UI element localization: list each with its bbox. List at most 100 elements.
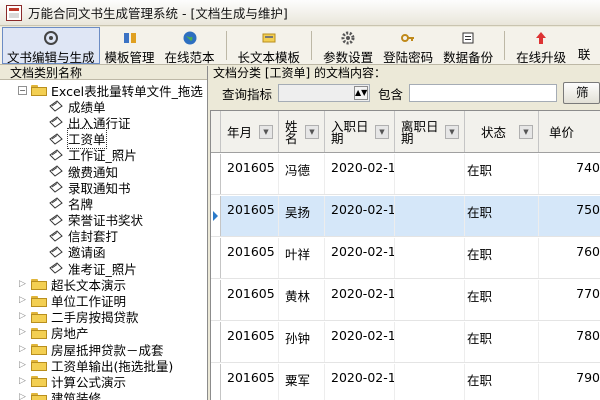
tree-document-item[interactable]: 信封套打: [0, 228, 207, 244]
table-cell-ym[interactable]: 201605: [221, 364, 279, 400]
table-cell-join[interactable]: 2020-02-16: [325, 280, 395, 320]
sort-dropdown-icon[interactable]: ▼: [519, 125, 533, 139]
table-cell-join[interactable]: 2020-02-18: [325, 364, 395, 400]
column-header-leave-date[interactable]: 离职日期 ▼: [395, 111, 465, 152]
table-cell-join[interactable]: 2020-02-13: [325, 154, 395, 194]
tree-document-item[interactable]: 荣誉证书奖状: [0, 212, 207, 228]
table-cell-name[interactable]: 粟军: [279, 364, 325, 400]
table-cell-leave[interactable]: [395, 238, 465, 278]
chevron-down-icon[interactable]: ▲▼: [354, 86, 369, 100]
tree-document-item[interactable]: 准考证_照片: [0, 260, 207, 277]
expand-toggle-icon[interactable]: ▷: [18, 296, 27, 306]
tree-folder-item[interactable]: ▷ 建筑装修: [0, 390, 207, 400]
table-cell-status[interactable]: 在职: [465, 322, 539, 362]
table-cell-name[interactable]: 黄林: [279, 280, 325, 320]
table-cell-status[interactable]: 在职: [465, 280, 539, 320]
tree-document-item[interactable]: 名牌: [0, 195, 207, 212]
column-header-ym[interactable]: 年月 ▼: [221, 111, 279, 152]
table-cell-status[interactable]: 在职: [465, 364, 539, 400]
expand-toggle-icon[interactable]: ▷: [18, 376, 27, 386]
toolbar-contact-button[interactable]: 联: [571, 27, 597, 64]
table-row[interactable]: 201605黄林2020-02-16 在职770: [211, 280, 600, 321]
table-cell-price[interactable]: 790: [539, 364, 600, 400]
tree-folder-item[interactable]: ▷ 计算公式演示: [0, 373, 207, 390]
column-header-price[interactable]: 单价: [539, 111, 600, 152]
table-row[interactable]: 201605冯德2020-02-13 在职740: [211, 154, 600, 195]
tree-folder-item[interactable]: ▷ 超长文本演示: [0, 276, 207, 293]
expand-toggle-icon[interactable]: ▷: [18, 328, 27, 338]
collapse-toggle-icon[interactable]: −: [18, 85, 27, 95]
tree-folder-item[interactable]: − Excel表批量转单文件_拖选: [0, 82, 207, 99]
toolbar-settings-button[interactable]: 参数设置: [318, 27, 378, 65]
tree-document-item[interactable]: 缴费通知: [0, 163, 207, 180]
tree-document-item[interactable]: 工作证_照片: [0, 147, 207, 163]
toolbar-template-manage-button[interactable]: 模板管理: [100, 27, 160, 65]
tree-document-item[interactable]: 录取通知书: [0, 179, 207, 196]
row-selector[interactable]: [211, 364, 221, 400]
table-cell-price[interactable]: 760: [539, 238, 600, 278]
filter-text-input[interactable]: [409, 84, 558, 102]
table-cell-status[interactable]: 在职: [465, 154, 539, 194]
tree-document-item[interactable]: 工资单: [0, 128, 207, 150]
table-cell-price[interactable]: 750: [539, 196, 600, 236]
row-selector[interactable]: [211, 322, 221, 362]
toolbar-login-password-button[interactable]: 登陆密码: [378, 27, 438, 65]
toolbar-data-backup-button[interactable]: 数据备份: [438, 27, 498, 65]
tree-document-item[interactable]: 邀请函: [0, 244, 207, 260]
table-cell-name[interactable]: 叶祥: [279, 238, 325, 278]
query-field-select[interactable]: ▲▼: [278, 84, 371, 102]
expand-toggle-icon[interactable]: ▷: [18, 344, 27, 354]
row-selector[interactable]: [211, 280, 221, 320]
column-header-join-date[interactable]: 入职日期 ▼: [325, 111, 395, 152]
table-cell-name[interactable]: 吴扬: [279, 196, 325, 236]
table-cell-price[interactable]: 770: [539, 280, 600, 320]
expand-toggle-icon[interactable]: ▷: [18, 279, 27, 289]
filter-button[interactable]: 筛: [563, 82, 600, 104]
table-cell-ym[interactable]: 201605: [221, 238, 279, 278]
sort-dropdown-icon[interactable]: ▼: [375, 125, 389, 139]
expand-toggle-icon[interactable]: ▷: [18, 312, 27, 322]
expand-toggle-icon[interactable]: ▷: [18, 360, 27, 370]
tree-folder-item[interactable]: ▷ 工资单输出(拖选批量): [0, 357, 207, 374]
tree-folder-item[interactable]: ▷ 房屋抵押贷款－成套: [0, 341, 207, 358]
column-header-status[interactable]: 状态 ▼: [465, 111, 539, 152]
table-cell-ym[interactable]: 201605: [221, 196, 279, 236]
toolbar-online-upgrade-button[interactable]: 在线升级: [511, 27, 571, 65]
table-row[interactable]: 201605粟军2020-02-18 在职790: [211, 364, 600, 400]
table-cell-leave[interactable]: [395, 196, 465, 236]
table-cell-price[interactable]: 740: [539, 154, 600, 194]
table-row[interactable]: 201605孙钟2020-02-17 在职780: [211, 322, 600, 363]
tree-folder-item[interactable]: ▷ 单位工作证明: [0, 292, 207, 309]
sort-dropdown-icon[interactable]: ▼: [305, 125, 319, 139]
table-cell-leave[interactable]: [395, 364, 465, 400]
table-cell-leave[interactable]: [395, 154, 465, 194]
toolbar-online-samples-button[interactable]: 在线范本: [160, 27, 220, 65]
sort-dropdown-icon[interactable]: ▼: [445, 125, 459, 139]
column-header-name[interactable]: 姓名 ▼: [279, 111, 325, 152]
table-row[interactable]: 201605叶祥2020-02-15 在职760: [211, 238, 600, 279]
table-cell-join[interactable]: 2020-02-14: [325, 196, 395, 236]
table-cell-leave[interactable]: [395, 280, 465, 320]
table-cell-join[interactable]: 2020-02-15: [325, 238, 395, 278]
table-cell-join[interactable]: 2020-02-17: [325, 322, 395, 362]
row-selector[interactable]: [211, 196, 221, 236]
table-cell-name[interactable]: 冯德: [279, 154, 325, 194]
table-cell-ym[interactable]: 201605: [221, 154, 279, 194]
toolbar-long-text-template-button[interactable]: 长文本模板: [233, 27, 306, 65]
table-cell-status[interactable]: 在职: [465, 196, 539, 236]
expand-toggle-icon[interactable]: ▷: [18, 393, 27, 400]
table-row[interactable]: 201605吴扬2020-02-14 在职750: [211, 196, 600, 237]
table-cell-leave[interactable]: [395, 322, 465, 362]
row-selector[interactable]: [211, 154, 221, 194]
tree-folder-item[interactable]: ▷ 二手房按揭贷款: [0, 309, 207, 325]
table-cell-status[interactable]: 在职: [465, 238, 539, 278]
table-cell-name[interactable]: 孙钟: [279, 322, 325, 362]
row-selector[interactable]: [211, 238, 221, 278]
table-cell-ym[interactable]: 201605: [221, 322, 279, 362]
tree-document-item[interactable]: 出入通行证: [0, 114, 207, 131]
table-cell-ym[interactable]: 201605: [221, 280, 279, 320]
tree-folder-item[interactable]: ▷ 房地产: [0, 325, 207, 341]
tree-document-item[interactable]: 成绩单: [0, 98, 207, 115]
toolbar-document-edit-button[interactable]: 文书编辑与生成: [2, 27, 100, 65]
table-cell-price[interactable]: 780: [539, 322, 600, 362]
